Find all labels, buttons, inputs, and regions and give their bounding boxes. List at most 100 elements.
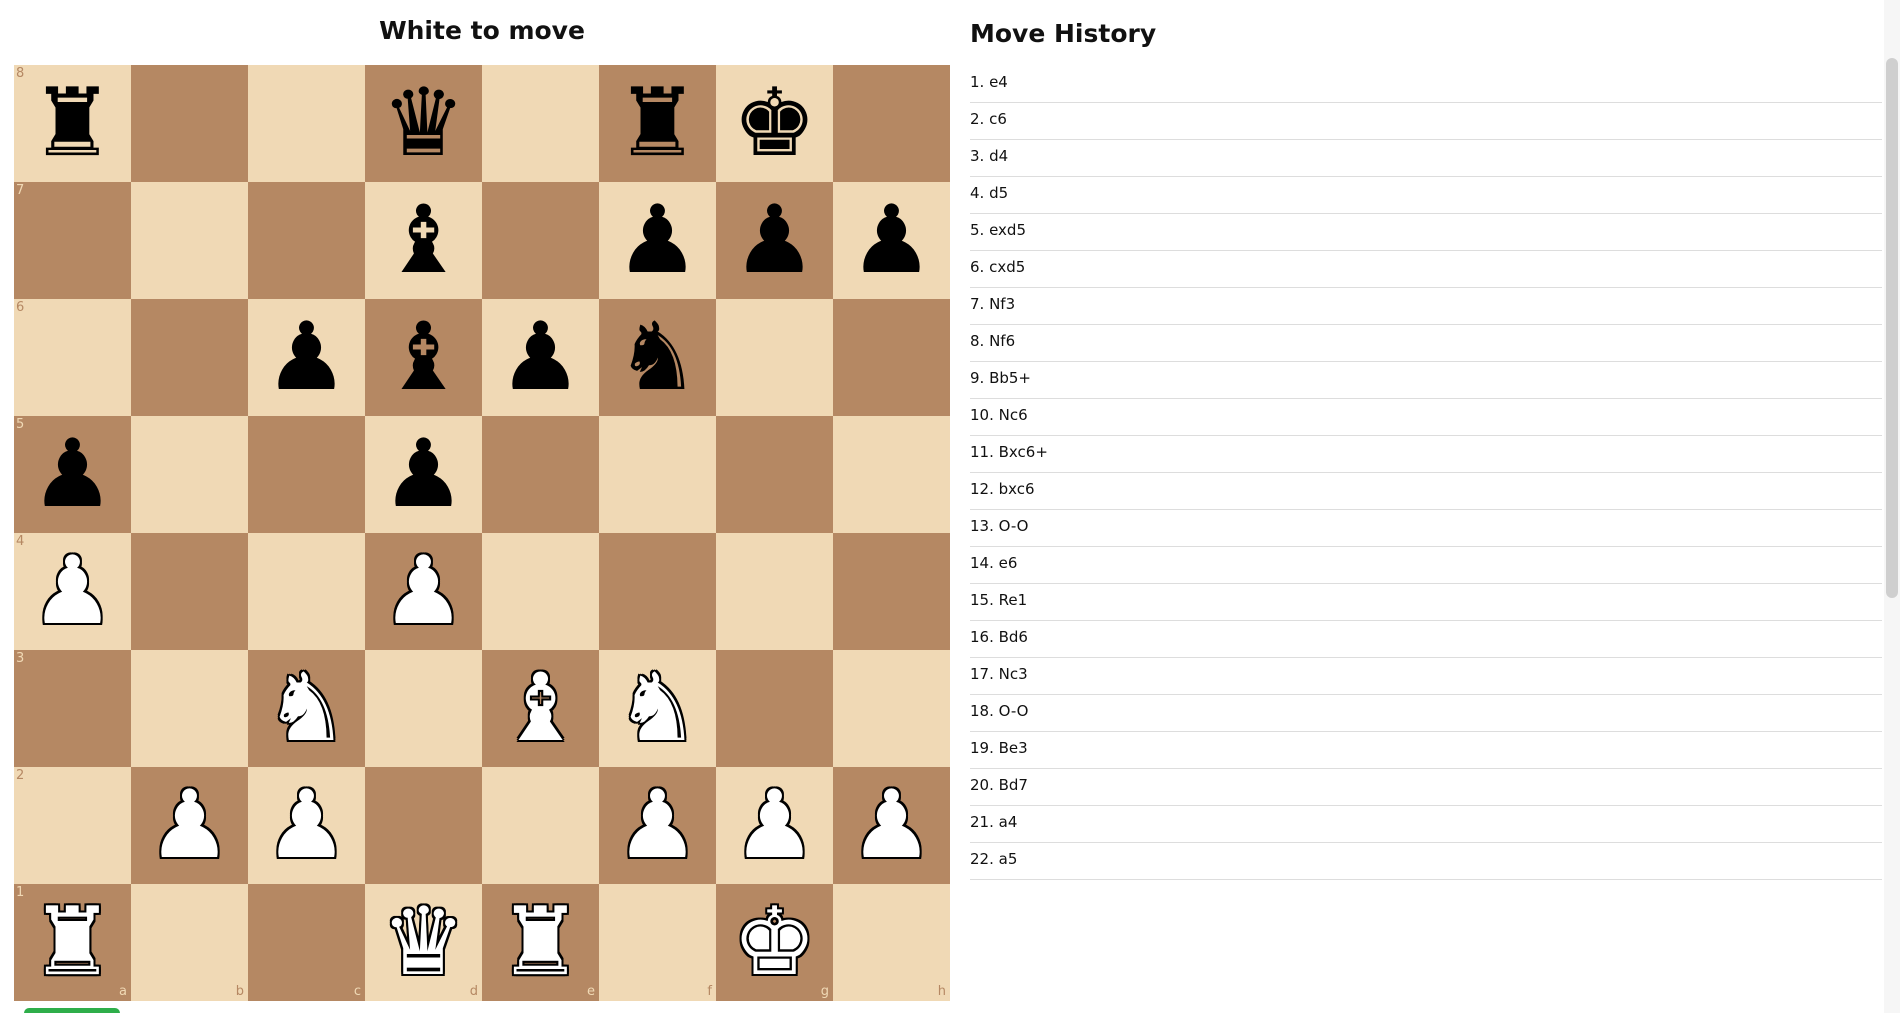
scrollbar-thumb[interactable] (1886, 58, 1898, 598)
square-f2[interactable]: ♟ (599, 767, 716, 884)
square-a7[interactable]: 7 (14, 182, 131, 299)
square-h7[interactable]: ♟ (833, 182, 950, 299)
move-item[interactable]: 15. Re1 (970, 584, 1882, 621)
move-item[interactable]: 20. Bd7 (970, 769, 1882, 806)
square-e1[interactable]: e ♜ (482, 884, 599, 1001)
square-c4[interactable] (248, 533, 365, 650)
square-g2[interactable]: ♟ (716, 767, 833, 884)
square-d1[interactable]: d ♛ (365, 884, 482, 1001)
black-rook-icon[interactable]: ♜ (24, 75, 122, 173)
move-item[interactable]: 3. d4 (970, 140, 1882, 177)
white-knight-icon[interactable]: ♞ (258, 660, 356, 758)
square-e6[interactable]: ♟ (482, 299, 599, 416)
square-e8[interactable] (482, 65, 599, 182)
square-d7[interactable]: ♝ (365, 182, 482, 299)
move-item[interactable]: 22. a5 (970, 843, 1882, 880)
square-e7[interactable] (482, 182, 599, 299)
black-queen-icon[interactable]: ♛ (375, 75, 473, 173)
square-f5[interactable] (599, 416, 716, 533)
square-f7[interactable]: ♟ (599, 182, 716, 299)
action-button[interactable] (24, 1008, 120, 1013)
chess-board[interactable]: 8 ♜ ♛ ♜ ♚ 7 ♝ ♟ ♟ ♟ 6 ♟ ♝ ♟ ♞ 5 ♟ ♟ 4 ♟ ♟ 3 ♞ ♝ ♞ 2 ♟ ♟ ♟ ♟ ♟ 1 a ♜ b c d ♛ e ♜… (14, 65, 950, 1001)
square-f3[interactable]: ♞ (599, 650, 716, 767)
black-pawn-icon[interactable]: ♟ (375, 426, 473, 524)
white-bishop-icon[interactable]: ♝ (492, 660, 590, 758)
move-item[interactable]: 13. O-O (970, 510, 1882, 547)
move-item[interactable]: 7. Nf3 (970, 288, 1882, 325)
black-pawn-icon[interactable]: ♟ (258, 309, 356, 407)
move-item[interactable]: 9. Bb5+ (970, 362, 1882, 399)
square-h8[interactable] (833, 65, 950, 182)
black-knight-icon[interactable]: ♞ (609, 309, 707, 407)
black-rook-icon[interactable]: ♜ (609, 75, 707, 173)
square-c5[interactable] (248, 416, 365, 533)
square-a6[interactable]: 6 (14, 299, 131, 416)
square-a2[interactable]: 2 (14, 767, 131, 884)
move-item[interactable]: 19. Be3 (970, 732, 1882, 769)
square-d5[interactable]: ♟ (365, 416, 482, 533)
square-d6[interactable]: ♝ (365, 299, 482, 416)
white-pawn-icon[interactable]: ♟ (726, 777, 824, 875)
move-item[interactable]: 10. Nc6 (970, 399, 1882, 436)
square-b7[interactable] (131, 182, 248, 299)
square-b6[interactable] (131, 299, 248, 416)
black-bishop-icon[interactable]: ♝ (375, 309, 473, 407)
square-f8[interactable]: ♜ (599, 65, 716, 182)
white-pawn-icon[interactable]: ♟ (609, 777, 707, 875)
square-h3[interactable] (833, 650, 950, 767)
white-king-icon[interactable]: ♚ (726, 894, 824, 992)
move-item[interactable]: 16. Bd6 (970, 621, 1882, 658)
move-item[interactable]: 17. Nc3 (970, 658, 1882, 695)
square-c2[interactable]: ♟ (248, 767, 365, 884)
square-c3[interactable]: ♞ (248, 650, 365, 767)
square-f6[interactable]: ♞ (599, 299, 716, 416)
square-d8[interactable]: ♛ (365, 65, 482, 182)
move-item[interactable]: 18. O-O (970, 695, 1882, 732)
move-item[interactable]: 6. cxd5 (970, 251, 1882, 288)
square-d4[interactable]: ♟ (365, 533, 482, 650)
move-item[interactable]: 8. Nf6 (970, 325, 1882, 362)
square-g4[interactable] (716, 533, 833, 650)
square-b5[interactable] (131, 416, 248, 533)
square-b1[interactable]: b (131, 884, 248, 1001)
square-b4[interactable] (131, 533, 248, 650)
square-a3[interactable]: 3 (14, 650, 131, 767)
square-h1[interactable]: h (833, 884, 950, 1001)
black-pawn-icon[interactable]: ♟ (492, 309, 590, 407)
square-c7[interactable] (248, 182, 365, 299)
square-h5[interactable] (833, 416, 950, 533)
square-d2[interactable] (365, 767, 482, 884)
white-pawn-icon[interactable]: ♟ (375, 543, 473, 641)
square-h2[interactable]: ♟ (833, 767, 950, 884)
white-pawn-icon[interactable]: ♟ (843, 777, 941, 875)
square-h6[interactable] (833, 299, 950, 416)
white-knight-icon[interactable]: ♞ (609, 660, 707, 758)
square-e4[interactable] (482, 533, 599, 650)
square-b8[interactable] (131, 65, 248, 182)
white-pawn-icon[interactable]: ♟ (258, 777, 356, 875)
move-item[interactable]: 21. a4 (970, 806, 1882, 843)
move-item[interactable]: 4. d5 (970, 177, 1882, 214)
black-pawn-icon[interactable]: ♟ (726, 192, 824, 290)
square-a1[interactable]: 1 a ♜ (14, 884, 131, 1001)
move-item[interactable]: 12. bxc6 (970, 473, 1882, 510)
white-queen-icon[interactable]: ♛ (375, 894, 473, 992)
move-item[interactable]: 11. Bxc6+ (970, 436, 1882, 473)
square-g3[interactable] (716, 650, 833, 767)
square-a4[interactable]: 4 ♟ (14, 533, 131, 650)
square-b3[interactable] (131, 650, 248, 767)
square-e2[interactable] (482, 767, 599, 884)
black-pawn-icon[interactable]: ♟ (24, 426, 122, 524)
square-g6[interactable] (716, 299, 833, 416)
square-c1[interactable]: c (248, 884, 365, 1001)
square-c6[interactable]: ♟ (248, 299, 365, 416)
square-g7[interactable]: ♟ (716, 182, 833, 299)
move-item[interactable]: 5. exd5 (970, 214, 1882, 251)
move-item[interactable]: 1. e4 (970, 66, 1882, 103)
square-b2[interactable]: ♟ (131, 767, 248, 884)
black-pawn-icon[interactable]: ♟ (843, 192, 941, 290)
move-item[interactable]: 14. e6 (970, 547, 1882, 584)
black-pawn-icon[interactable]: ♟ (609, 192, 707, 290)
square-d3[interactable] (365, 650, 482, 767)
square-f1[interactable]: f (599, 884, 716, 1001)
